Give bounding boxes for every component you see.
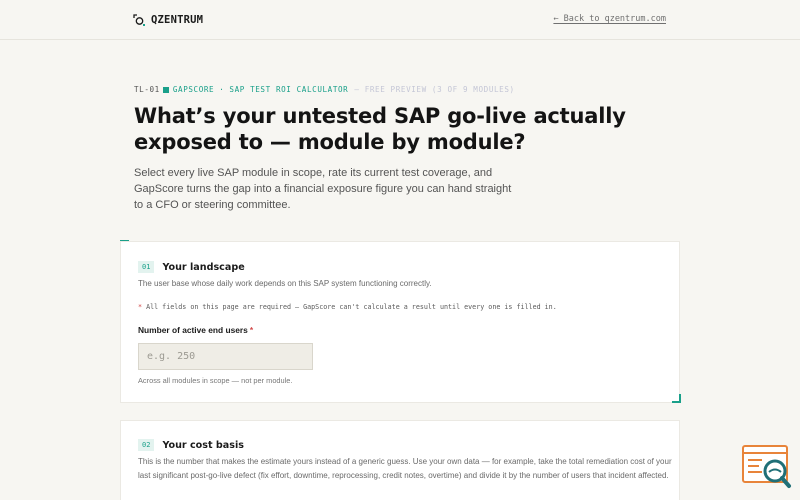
section-description: The user base whose daily work depends o…	[138, 279, 432, 288]
back-to-site-link[interactable]: ← Back to qzentrum.com	[553, 14, 666, 24]
eyebrow-separator: ·	[219, 85, 225, 94]
section-number: 01	[138, 261, 155, 273]
page-lede: Select every live SAP module in scope, r…	[134, 167, 512, 211]
eyebrow: TL-01 GAPSCORE · SAP TEST ROI CALCULATOR…	[134, 85, 515, 94]
cost-basis-card: 02 Your cost basis This is the number th…	[120, 420, 680, 500]
section-header: 02 Your cost basis	[138, 439, 244, 451]
section-title: Your landscape	[162, 261, 245, 273]
section-header: 01 Your landscape	[138, 261, 245, 273]
search-magnifier-widget-icon	[742, 445, 791, 488]
landscape-card: 01 Your landscape The user base whose da…	[120, 241, 680, 403]
required-star: *	[138, 303, 143, 311]
eyebrow-square-icon	[162, 86, 169, 93]
eyebrow-preview-note: — FREE PREVIEW (3 OF 9 MODULES)	[354, 85, 515, 94]
top-bar: QZENTRUM ← Back to qzentrum.com	[0, 0, 800, 40]
end-users-label: Number of active end users *	[138, 325, 253, 335]
help-widget[interactable]	[742, 445, 792, 491]
end-users-input[interactable]	[138, 343, 313, 370]
brand-name: QZENTRUM	[151, 14, 204, 26]
end-users-label-text: Number of active end users	[138, 325, 248, 335]
eyebrow-subtitle: SAP TEST ROI CALCULATOR	[229, 85, 349, 94]
end-users-help: Across all modules in scope — not per mo…	[138, 376, 293, 385]
section-description: This is the number that makes the estima…	[138, 457, 672, 480]
required-note-text: All fields on this page are required — G…	[146, 303, 557, 311]
brand-logo[interactable]: QZENTRUM	[133, 11, 203, 29]
section-number: 02	[138, 439, 155, 451]
card-corner-accent	[672, 394, 681, 403]
section-title: Your cost basis	[162, 439, 244, 451]
eyebrow-code: TL-01	[134, 85, 160, 94]
required-star: *	[249, 325, 254, 335]
required-fields-note: * All fields on this page are required —…	[138, 303, 557, 311]
qzentrum-logo-icon	[133, 14, 145, 26]
eyebrow-product: GAPSCORE	[172, 85, 215, 94]
page-title: What’s your untested SAP go-live actuall…	[134, 104, 626, 154]
